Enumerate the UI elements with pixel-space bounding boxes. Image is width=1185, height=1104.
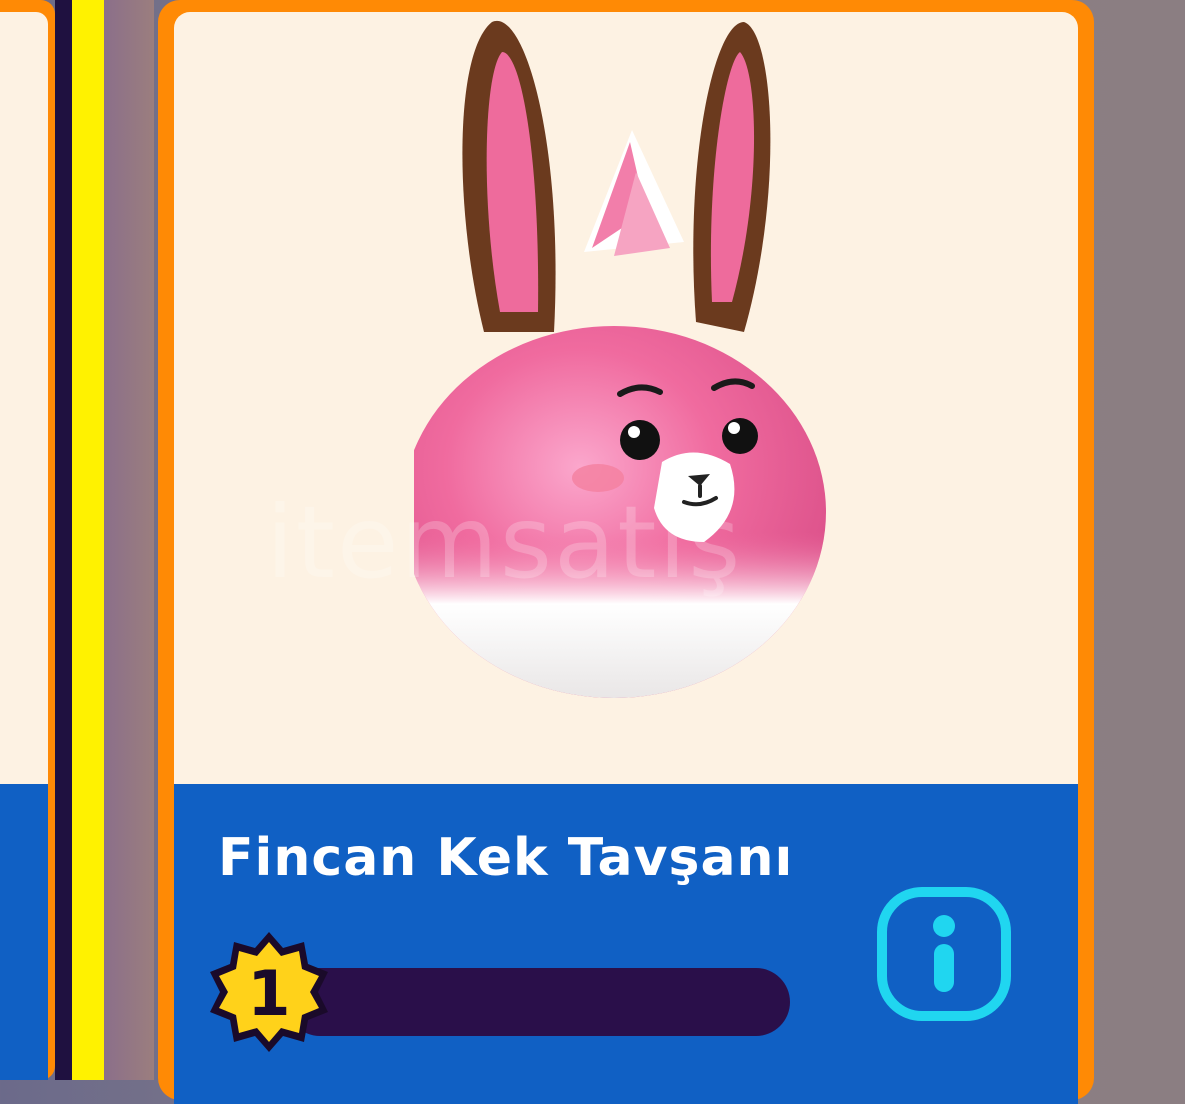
info-icon [877,887,1011,1021]
background-gap [104,0,154,1080]
item-card[interactable]: itemsatış Fincan Kek Tavşanı 1 [158,0,1094,1104]
card-separator [55,0,73,1080]
item-image-panel: itemsatış [174,12,1078,784]
neighbor-card-image [0,12,48,784]
item-name: Fincan Kek Tavşanı [218,828,794,888]
pink-bunny-character [414,20,826,698]
level-badge: 1 [202,926,336,1060]
item-info-panel: Fincan Kek Tavşanı 1 [174,784,1078,1104]
selection-highlight [72,0,104,1080]
neighbor-card-left[interactable] [0,0,55,1080]
neighbor-card-footer [0,784,48,1080]
level-number: 1 [247,956,291,1030]
level-progress-bar [286,968,790,1036]
watermark-text: itemsatış [266,484,743,601]
info-button[interactable] [874,884,1014,1024]
